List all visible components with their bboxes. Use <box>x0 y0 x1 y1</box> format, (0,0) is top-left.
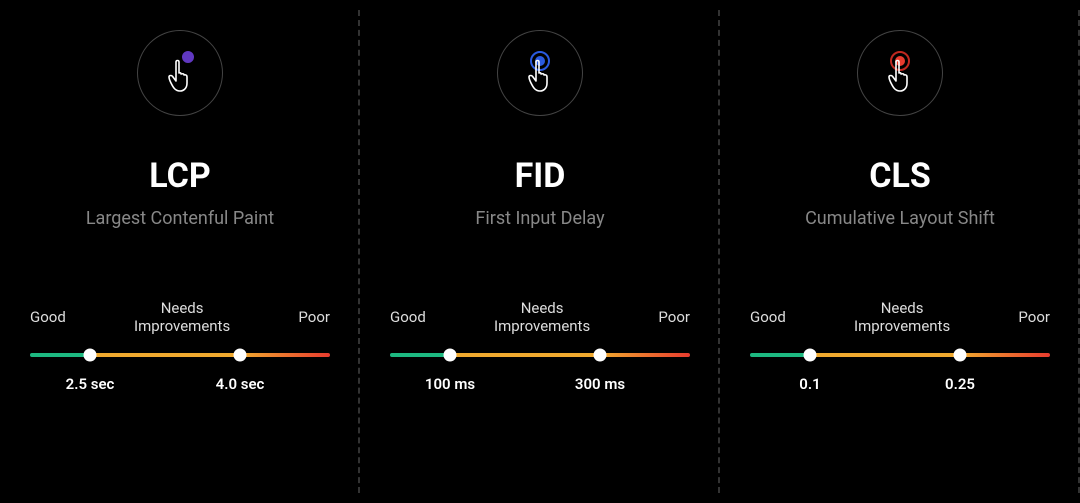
metric-subtitle: Cumulative Layout Shift <box>805 208 995 229</box>
tap-icon <box>519 49 561 97</box>
threshold-value-2: 300 ms <box>575 375 625 393</box>
hand-pointer-icon <box>527 59 555 93</box>
threshold-value-1: 100 ms <box>425 375 475 393</box>
metric-title: CLS <box>869 156 931 196</box>
tap-icon <box>159 49 201 97</box>
label-poor: Poor <box>1018 308 1050 326</box>
label-poor: Poor <box>658 308 690 326</box>
threshold-values-row: 100 ms 300 ms <box>390 375 690 411</box>
bar-segment-poor <box>960 353 1050 357</box>
threshold-marker-1 <box>804 349 817 362</box>
threshold-values-row: 2.5 sec 4.0 sec <box>30 375 330 411</box>
threshold-marker-1 <box>84 349 97 362</box>
bar-segment-poor <box>600 353 690 357</box>
metric-icon-circle <box>497 30 583 116</box>
bar-segment-mid <box>810 353 960 357</box>
metric-panel-fid: FID First Input Delay Good Needs Improve… <box>360 0 720 503</box>
bar-segment-mid <box>90 353 240 357</box>
threshold-value-1: 2.5 sec <box>66 375 115 393</box>
label-good: Good <box>750 308 786 326</box>
threshold-bar <box>30 353 330 357</box>
metric-panel-cls: CLS Cumulative Layout Shift Good Needs I… <box>720 0 1080 503</box>
metric-icon-circle <box>137 30 223 116</box>
threshold-value-2: 0.25 <box>945 375 975 393</box>
threshold-values-row: 0.1 0.25 <box>750 375 1050 411</box>
threshold-marker-2 <box>954 349 967 362</box>
threshold-labels-row: Good Needs Improvements Poor <box>390 299 690 335</box>
label-good: Good <box>390 308 426 326</box>
threshold-bar <box>750 353 1050 357</box>
metric-panel-lcp: LCP Largest Contenful Paint Good Needs I… <box>0 0 360 503</box>
bar-segment-mid <box>450 353 600 357</box>
label-needs-improvement: Needs Improvements <box>134 299 230 335</box>
threshold-value-1: 0.1 <box>799 375 820 393</box>
threshold-marker-2 <box>594 349 607 362</box>
label-poor: Poor <box>298 308 330 326</box>
metric-title: FID <box>515 156 566 196</box>
bar-segment-good <box>30 353 90 357</box>
metric-subtitle: First Input Delay <box>475 208 604 229</box>
label-good: Good <box>30 308 66 326</box>
bar-segment-good <box>750 353 810 357</box>
threshold-value-2: 4.0 sec <box>216 375 265 393</box>
metric-icon-circle <box>857 30 943 116</box>
bar-segment-good <box>390 353 450 357</box>
metric-title: LCP <box>149 156 211 196</box>
hand-pointer-icon <box>167 59 195 93</box>
hand-pointer-icon <box>887 59 915 93</box>
threshold-labels-row: Good Needs Improvements Poor <box>750 299 1050 335</box>
label-needs-improvement: Needs Improvements <box>494 299 590 335</box>
threshold-marker-2 <box>234 349 247 362</box>
tap-icon <box>879 49 921 97</box>
label-needs-improvement: Needs Improvements <box>854 299 950 335</box>
bar-segment-poor <box>240 353 330 357</box>
threshold-labels-row: Good Needs Improvements Poor <box>30 299 330 335</box>
threshold-bar <box>390 353 690 357</box>
metric-subtitle: Largest Contenful Paint <box>86 208 274 229</box>
threshold-marker-1 <box>444 349 457 362</box>
